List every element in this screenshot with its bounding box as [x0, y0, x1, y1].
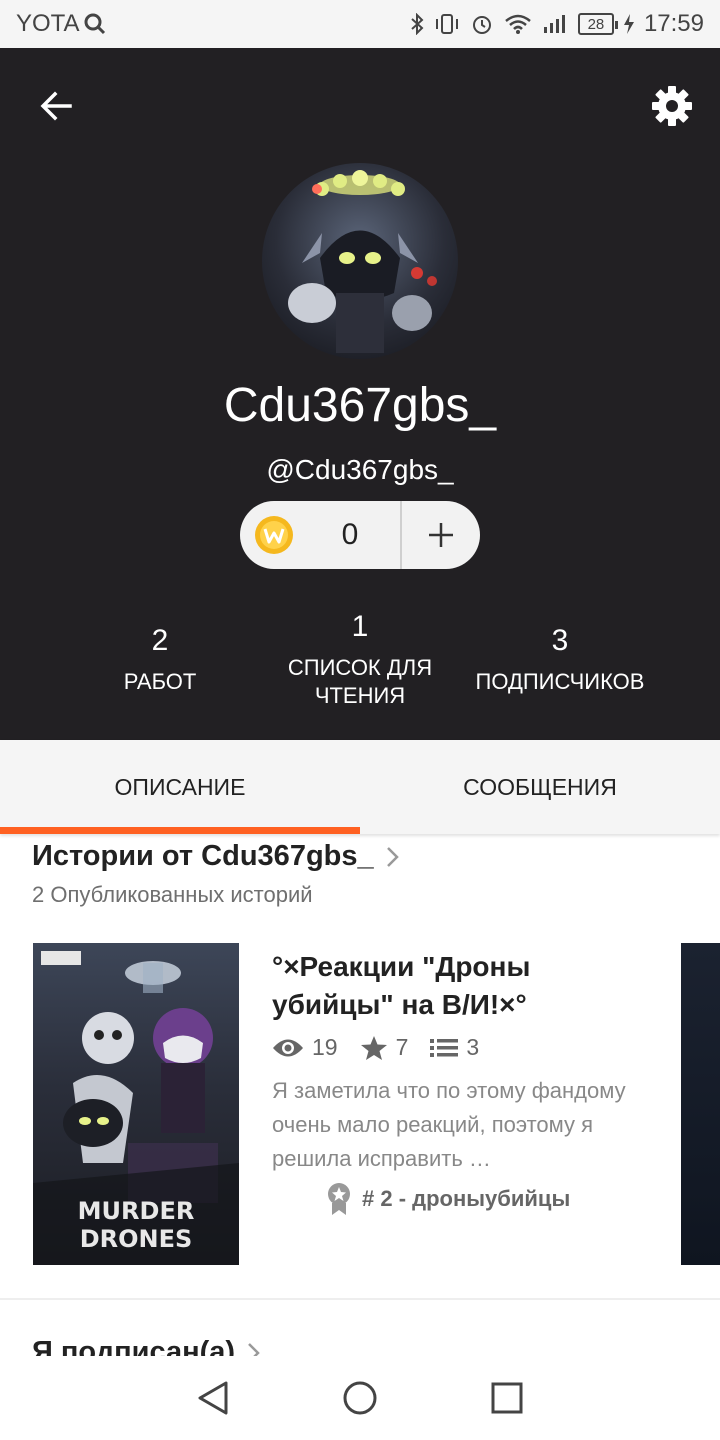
- profile-handle: @Cdu367gbs_: [266, 454, 454, 485]
- profile-tabs: ОПИСАНИЕ СООБЩЕНИЯ: [0, 740, 720, 834]
- nav-recents-button[interactable]: [477, 1368, 537, 1428]
- settings-gear-icon: [652, 86, 692, 126]
- next-story-cover-peek[interactable]: [681, 943, 720, 1265]
- stat-works-count: 2: [151, 624, 169, 657]
- stat-followers-label: ПОДПИСЧИКОВ: [475, 669, 645, 694]
- charging-icon: [623, 14, 634, 34]
- avatar-image: [288, 170, 437, 353]
- nav-back-button[interactable]: [183, 1368, 243, 1428]
- coin-icon: [255, 516, 293, 554]
- story-cover[interactable]: MURDER DRONES: [33, 943, 239, 1265]
- stat-followers[interactable]: 3 ПОДПИСЧИКОВ: [460, 624, 660, 696]
- story-rank[interactable]: # 2 - дроныубийцы: [326, 1182, 570, 1216]
- star-icon: [360, 1035, 387, 1060]
- nav-home-button[interactable]: [330, 1368, 390, 1428]
- status-bar: YOTA 28 17:59: [0, 0, 720, 48]
- coin-count: 0: [341, 518, 359, 551]
- story-cover-title: MURDER DRONES: [77, 1197, 195, 1253]
- ribbon-icon: [328, 1183, 350, 1215]
- alarm-icon: [470, 12, 494, 36]
- system-nav-bar: [0, 1356, 720, 1440]
- story-views-count: 19: [312, 1034, 338, 1060]
- vibrate-icon: [434, 13, 460, 35]
- profile-header: Cdu367gbs_ @Cdu367gbs_ 0 2 РАБОТ 1 СПИСО…: [0, 48, 720, 740]
- coin-balance-pill: 0: [240, 501, 480, 569]
- stat-reading-lists-label: СПИСОК ДЛЯ ЧТЕНИЯ: [287, 655, 433, 708]
- triangle-back-icon: [198, 1381, 228, 1415]
- tab-description[interactable]: ОПИСАНИЕ: [0, 740, 360, 834]
- buy-coins-button[interactable]: [402, 501, 480, 569]
- eye-icon: [273, 1039, 303, 1056]
- list-icon: [430, 1038, 459, 1057]
- battery-indicator: 28: [577, 13, 618, 35]
- stat-reading-lists[interactable]: 1 СПИСОК ДЛЯ ЧТЕНИЯ: [270, 610, 450, 710]
- stories-section-title-text: Истории от Cdu367gbs_: [32, 840, 374, 872]
- story-views: 19: [272, 1034, 338, 1061]
- stories-count: 2 Опубликованных историй: [32, 882, 313, 907]
- story-votes: 7: [360, 1034, 409, 1061]
- carrier-group: YOTA: [16, 10, 106, 38]
- story-parts-count: 3: [466, 1034, 480, 1060]
- profile-avatar[interactable]: [262, 163, 458, 359]
- story-votes-count: 7: [395, 1034, 409, 1060]
- stories-section-title[interactable]: Истории от Cdu367gbs_: [32, 840, 400, 873]
- tab-messages[interactable]: СООБЩЕНИЯ: [360, 740, 720, 834]
- signal-icon: [542, 13, 568, 35]
- search-icon: [84, 13, 106, 35]
- back-arrow-icon: [40, 91, 72, 121]
- profile-display-name: Cdu367gbs_: [223, 379, 497, 432]
- stat-followers-count: 3: [551, 624, 569, 657]
- wifi-icon: [504, 13, 532, 35]
- story-title[interactable]: °×Реакции "Дроны убийцы" на В/И!×°: [272, 948, 652, 1024]
- story-stats: 19 7 3: [272, 1034, 501, 1061]
- story-parts: 3: [430, 1034, 479, 1061]
- bluetooth-icon: [410, 13, 424, 35]
- story-description: Я заметила что по этому фандому очень ма…: [272, 1078, 626, 1171]
- circle-home-icon: [343, 1381, 377, 1415]
- status-icons: 28 17:59: [410, 10, 704, 38]
- app-root: YOTA 28 17:59 Cdu367gbs_ @Cdu367gbs_ 0 2…: [0, 0, 720, 1440]
- plus-icon: [429, 523, 453, 547]
- status-time: 17:59: [643, 10, 704, 37]
- story-rank-text: # 2 - дроныубийцы: [362, 1186, 571, 1211]
- stat-works[interactable]: 2 РАБОТ: [80, 624, 240, 696]
- stat-reading-lists-count: 1: [351, 610, 369, 643]
- square-recents-icon: [491, 1382, 523, 1414]
- carrier-name: YOTA: [16, 10, 80, 37]
- section-divider: [0, 1298, 720, 1300]
- settings-button[interactable]: [646, 80, 698, 132]
- chevron-right-icon: [386, 846, 399, 867]
- stat-works-label: РАБОТ: [123, 669, 197, 694]
- back-button[interactable]: [30, 80, 82, 132]
